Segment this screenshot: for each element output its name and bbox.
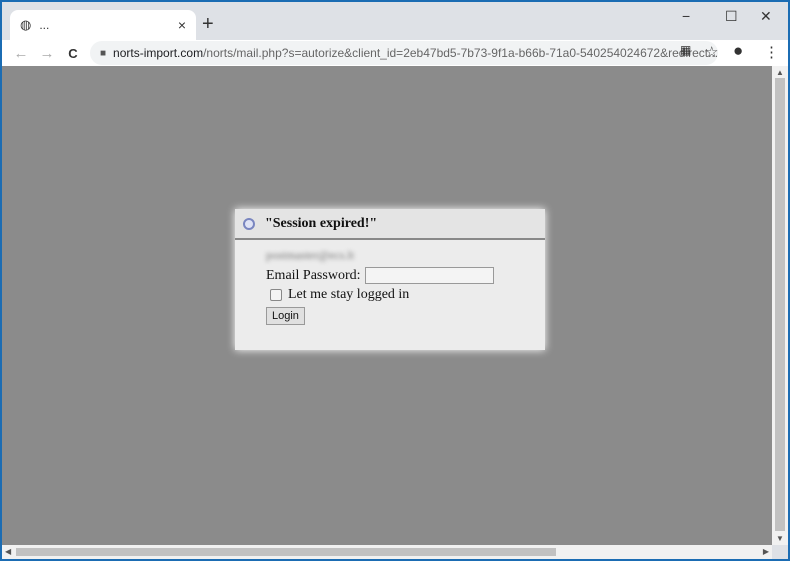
dialog-title: "Session expired!" xyxy=(265,215,378,231)
url-path: /norts/mail.php?s=autorize&client_id=2eb… xyxy=(203,46,718,60)
profile-avatar-icon[interactable]: ● xyxy=(733,41,743,61)
lock-icon: ■ xyxy=(100,47,107,59)
bookmark-star-icon[interactable]: ☆ xyxy=(705,43,718,61)
browser-window: ◍ ... × + − ☐ ✕ ← → C ■ norts-import.com… xyxy=(2,2,788,559)
menu-dots-icon[interactable]: ⋮ xyxy=(764,43,779,61)
reload-button[interactable]: C xyxy=(60,46,86,61)
back-button[interactable]: ← xyxy=(8,45,34,62)
dialog-header: "Session expired!" xyxy=(235,209,545,240)
remember-checkbox[interactable] xyxy=(270,289,282,301)
globe-icon xyxy=(243,217,255,230)
new-tab-button[interactable]: + xyxy=(202,13,214,36)
email-address: postmaster@ecs.lt xyxy=(266,248,355,262)
tab-close-button[interactable]: × xyxy=(178,17,186,33)
tab-title: ... xyxy=(39,18,50,32)
remember-label: Let me stay logged in xyxy=(288,287,410,302)
address-bar[interactable]: ■ norts-import.com /norts/mail.php?s=aut… xyxy=(90,41,718,65)
password-input[interactable] xyxy=(364,267,494,284)
login-button[interactable]: Login xyxy=(266,307,305,325)
tab-bar: ◍ ... × + − ☐ ✕ xyxy=(2,2,788,40)
vertical-scrollbar[interactable]: ▲ ▼ xyxy=(772,66,788,545)
forward-button[interactable]: → xyxy=(34,45,60,62)
toolbar: ← → C ■ norts-import.com /norts/mail.php… xyxy=(2,40,788,66)
password-label: Email Password: xyxy=(266,267,361,283)
page-content: "Session expired!" postmaster@ecs.lt Ema… xyxy=(2,66,772,545)
horizontal-scrollbar[interactable]: ◀ ▶ xyxy=(2,545,772,559)
maximize-button[interactable]: ☐ xyxy=(725,8,738,25)
tab-active[interactable]: ◍ ... × xyxy=(10,10,196,40)
url-host: norts-import.com xyxy=(113,46,204,60)
session-expired-dialog: "Session expired!" postmaster@ecs.lt Ema… xyxy=(235,209,545,350)
close-window-button[interactable]: ✕ xyxy=(760,8,772,25)
qr-code-icon[interactable]: ▦ xyxy=(680,43,691,57)
globe-icon: ◍ xyxy=(20,17,32,32)
minimize-button[interactable]: − xyxy=(682,8,690,24)
